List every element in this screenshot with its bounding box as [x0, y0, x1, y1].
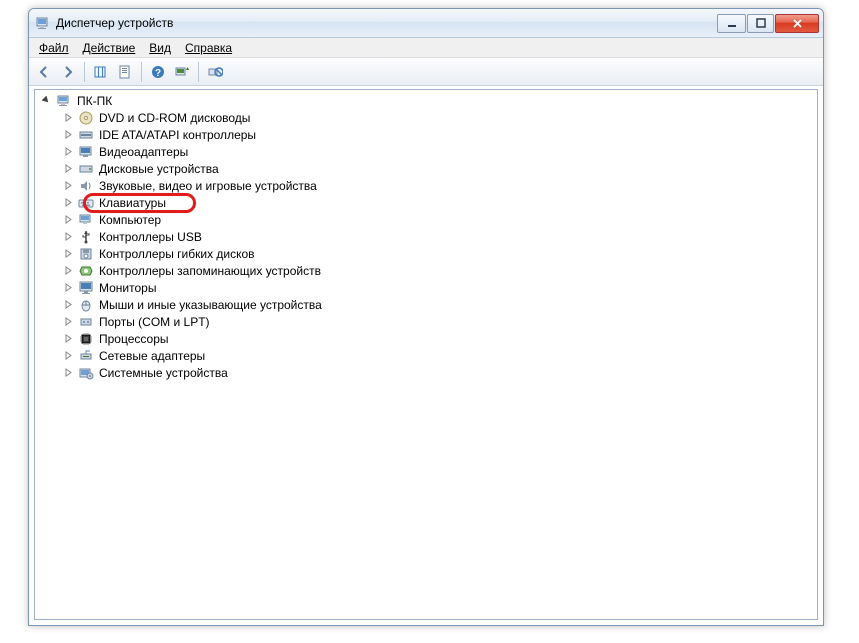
- tree-item-label: Сетевые адаптеры: [97, 349, 207, 363]
- tree-item-label: Порты (COM и LPT): [97, 315, 212, 329]
- expand-icon[interactable]: [63, 299, 74, 310]
- toolbar-forward-button[interactable]: [57, 61, 79, 83]
- toolbar-separator: [84, 62, 85, 82]
- tree-item-label: Контроллеры USB: [97, 230, 204, 244]
- toolbar-properties-button[interactable]: [114, 61, 136, 83]
- expand-icon[interactable]: [63, 367, 74, 378]
- toolbar-separator: [141, 62, 142, 82]
- tree-item[interactable]: Контроллеры запоминающих устройств: [35, 262, 817, 279]
- expand-icon[interactable]: [63, 129, 74, 140]
- tree-item-label: Мыши и иные указывающие устройства: [97, 298, 324, 312]
- tree-item-label: Контроллеры запоминающих устройств: [97, 264, 323, 278]
- system-device-icon: [78, 365, 94, 381]
- toolbar-scan-button[interactable]: [171, 61, 193, 83]
- port-icon: [78, 314, 94, 330]
- expand-icon[interactable]: [63, 146, 74, 157]
- menu-file[interactable]: Файл: [33, 40, 75, 56]
- tree-item[interactable]: Мыши и иные указывающие устройства: [35, 296, 817, 313]
- disk-drive-icon: [78, 161, 94, 177]
- minimize-button[interactable]: [717, 14, 746, 33]
- toolbar-show-hidden-button[interactable]: [90, 61, 112, 83]
- menu-view[interactable]: Вид: [143, 40, 177, 56]
- monitor-icon: [78, 280, 94, 296]
- tree-item-label: Процессоры: [97, 332, 171, 346]
- tree-item[interactable]: Контроллеры гибких дисков: [35, 245, 817, 262]
- floppy-controller-icon: [78, 246, 94, 262]
- svg-text:?: ?: [155, 68, 161, 79]
- collapse-icon[interactable]: [41, 95, 52, 106]
- window-controls: [717, 14, 819, 33]
- sound-icon: [78, 178, 94, 194]
- computer-root-icon: [56, 93, 72, 109]
- tree-item[interactable]: DVD и CD-ROM дисководы: [35, 109, 817, 126]
- maximize-button[interactable]: [747, 14, 774, 33]
- device-manager-window: Диспетчер устройств Файл Действие Вид Сп…: [28, 8, 824, 626]
- device-tree-panel[interactable]: ПК-ПК DVD и CD-ROM дисководы IDE ATA/ATAP…: [34, 89, 818, 620]
- device-tree: ПК-ПК DVD и CD-ROM дисководы IDE ATA/ATAP…: [35, 92, 817, 381]
- tree-item-label: Системные устройства: [97, 366, 230, 380]
- expand-icon[interactable]: [63, 214, 74, 225]
- keyboard-icon: [78, 195, 94, 211]
- tree-item[interactable]: Видеоадаптеры: [35, 143, 817, 160]
- tree-item-label: Дисковые устройства: [97, 162, 221, 176]
- tree-item-label: Видеоадаптеры: [97, 145, 190, 159]
- tree-root-label: ПК-ПК: [75, 94, 114, 108]
- computer-icon: [78, 212, 94, 228]
- toolbar: ?: [29, 58, 823, 86]
- expand-icon[interactable]: [63, 180, 74, 191]
- titlebar[interactable]: Диспетчер устройств: [29, 9, 823, 38]
- tree-item[interactable]: Клавиатуры: [35, 194, 817, 211]
- tree-item[interactable]: IDE ATA/ATAPI контроллеры: [35, 126, 817, 143]
- tree-item[interactable]: Дисковые устройства: [35, 160, 817, 177]
- tree-item[interactable]: Процессоры: [35, 330, 817, 347]
- expand-icon[interactable]: [63, 112, 74, 123]
- toolbar-uninstall-button[interactable]: [204, 61, 226, 83]
- expand-icon[interactable]: [63, 333, 74, 344]
- usb-icon: [78, 229, 94, 245]
- menubar: Файл Действие Вид Справка: [29, 38, 823, 58]
- storage-controller-icon: [78, 263, 94, 279]
- mouse-icon: [78, 297, 94, 313]
- expand-icon[interactable]: [63, 197, 74, 208]
- toolbar-separator: [198, 62, 199, 82]
- window-title: Диспетчер устройств: [56, 16, 717, 30]
- tree-children: DVD и CD-ROM дисководы IDE ATA/ATAPI конт…: [35, 109, 817, 381]
- expand-icon[interactable]: [63, 163, 74, 174]
- tree-item-label: Звуковые, видео и игровые устройства: [97, 179, 319, 193]
- app-icon: [35, 15, 51, 31]
- toolbar-help-button[interactable]: ?: [147, 61, 169, 83]
- tree-item[interactable]: Системные устройства: [35, 364, 817, 381]
- tree-item[interactable]: Сетевые адаптеры: [35, 347, 817, 364]
- tree-item[interactable]: Мониторы: [35, 279, 817, 296]
- tree-item-label: Контроллеры гибких дисков: [97, 247, 257, 261]
- menu-action[interactable]: Действие: [77, 40, 142, 56]
- toolbar-back-button[interactable]: [33, 61, 55, 83]
- tree-item[interactable]: Звуковые, видео и игровые устройства: [35, 177, 817, 194]
- close-button[interactable]: [775, 14, 819, 33]
- tree-item-label: IDE ATA/ATAPI контроллеры: [97, 128, 258, 142]
- tree-root[interactable]: ПК-ПК: [35, 92, 817, 109]
- tree-item-label: DVD и CD-ROM дисководы: [97, 111, 252, 125]
- expand-icon[interactable]: [63, 265, 74, 276]
- expand-icon[interactable]: [63, 248, 74, 259]
- ide-icon: [78, 127, 94, 143]
- tree-item-label: Мониторы: [97, 281, 158, 295]
- expand-icon[interactable]: [63, 282, 74, 293]
- tree-item-label: Компьютер: [97, 213, 163, 227]
- processor-icon: [78, 331, 94, 347]
- display-adapter-icon: [78, 144, 94, 160]
- tree-item[interactable]: Компьютер: [35, 211, 817, 228]
- expand-icon[interactable]: [63, 350, 74, 361]
- disc-icon: [78, 110, 94, 126]
- network-icon: [78, 348, 94, 364]
- tree-item[interactable]: Контроллеры USB: [35, 228, 817, 245]
- expand-icon[interactable]: [63, 316, 74, 327]
- tree-item[interactable]: Порты (COM и LPT): [35, 313, 817, 330]
- tree-item-label: Клавиатуры: [97, 196, 168, 210]
- menu-help[interactable]: Справка: [179, 40, 238, 56]
- expand-icon[interactable]: [63, 231, 74, 242]
